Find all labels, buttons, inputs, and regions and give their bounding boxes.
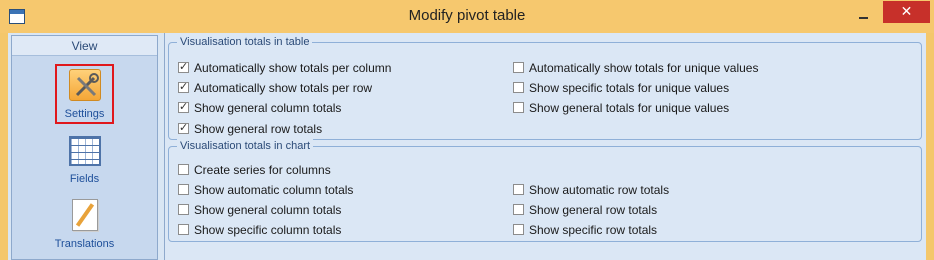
checkbox-box[interactable] (178, 120, 189, 136)
table-totals-group: Visualisation totals in table Automatica… (168, 35, 922, 140)
checkbox-box[interactable] (513, 62, 524, 73)
checkbox-label: Automatically show totals per row (194, 81, 373, 95)
title-bar: Modify pivot table ✕ (0, 0, 934, 33)
checkbox-label: Show general row totals (194, 122, 323, 136)
sidebar-item-label: Translations (54, 238, 115, 250)
checkbox-label: Show automatic column totals (194, 183, 354, 197)
checkbox-box[interactable] (178, 59, 189, 75)
checkbox-box[interactable] (513, 82, 524, 93)
minimize-button[interactable] (850, 6, 876, 26)
checkbox-box[interactable] (513, 224, 524, 235)
tools-icon (68, 69, 101, 101)
sidebar-item-translations[interactable]: Translations (12, 199, 157, 254)
checkbox-box[interactable] (513, 102, 524, 113)
checkbox-box[interactable] (178, 99, 189, 115)
chart-totals-group: Visualisation totals in chart Create ser… (168, 139, 922, 242)
dialog-client: View Settings Fields Translations Visual… (8, 33, 926, 260)
settings-panel: Visualisation totals in table Automatica… (164, 33, 926, 260)
checkbox-label: Show general column totals (194, 101, 342, 115)
checkbox-box[interactable] (513, 184, 524, 195)
checkbox-label: Automatically show totals for unique val… (529, 61, 759, 75)
checkbox-label: Create series for columns (194, 163, 331, 177)
checkbox-box[interactable] (178, 184, 189, 195)
sidebar-item-settings[interactable]: Settings (12, 64, 157, 126)
group-legend: Visualisation totals in table (177, 35, 313, 49)
checkbox-box[interactable] (513, 204, 524, 215)
sidebar-item-fields[interactable]: Fields (12, 136, 157, 186)
window-title: Modify pivot table (408, 7, 526, 24)
close-button[interactable]: ✕ (883, 1, 930, 23)
checkbox-label: Show general row totals (529, 203, 658, 217)
checkbox-box[interactable] (178, 79, 189, 95)
checkbox-label: Show general totals for unique values (529, 101, 730, 115)
checkbox-label: Show specific totals for unique values (529, 81, 730, 95)
group-legend: Visualisation totals in chart (177, 139, 314, 153)
checkbox-label: Show specific column totals (194, 223, 342, 237)
checkbox-label: Automatically show totals per column (194, 61, 392, 75)
checkbox-box[interactable] (178, 204, 189, 215)
checkbox-box[interactable] (178, 224, 189, 235)
checkbox-label: Show specific row totals (529, 223, 658, 237)
grid-icon (68, 136, 101, 166)
document-pencil-icon (71, 199, 98, 231)
checkbox-label: Show automatic row totals (529, 183, 670, 197)
sidebar-item-label: Fields (69, 173, 100, 185)
checkbox-label: Show general column totals (194, 203, 342, 217)
view-sidebar: View Settings Fields Translations (11, 35, 158, 260)
sidebar-header: View (12, 36, 157, 56)
checkbox-box[interactable] (178, 164, 189, 175)
